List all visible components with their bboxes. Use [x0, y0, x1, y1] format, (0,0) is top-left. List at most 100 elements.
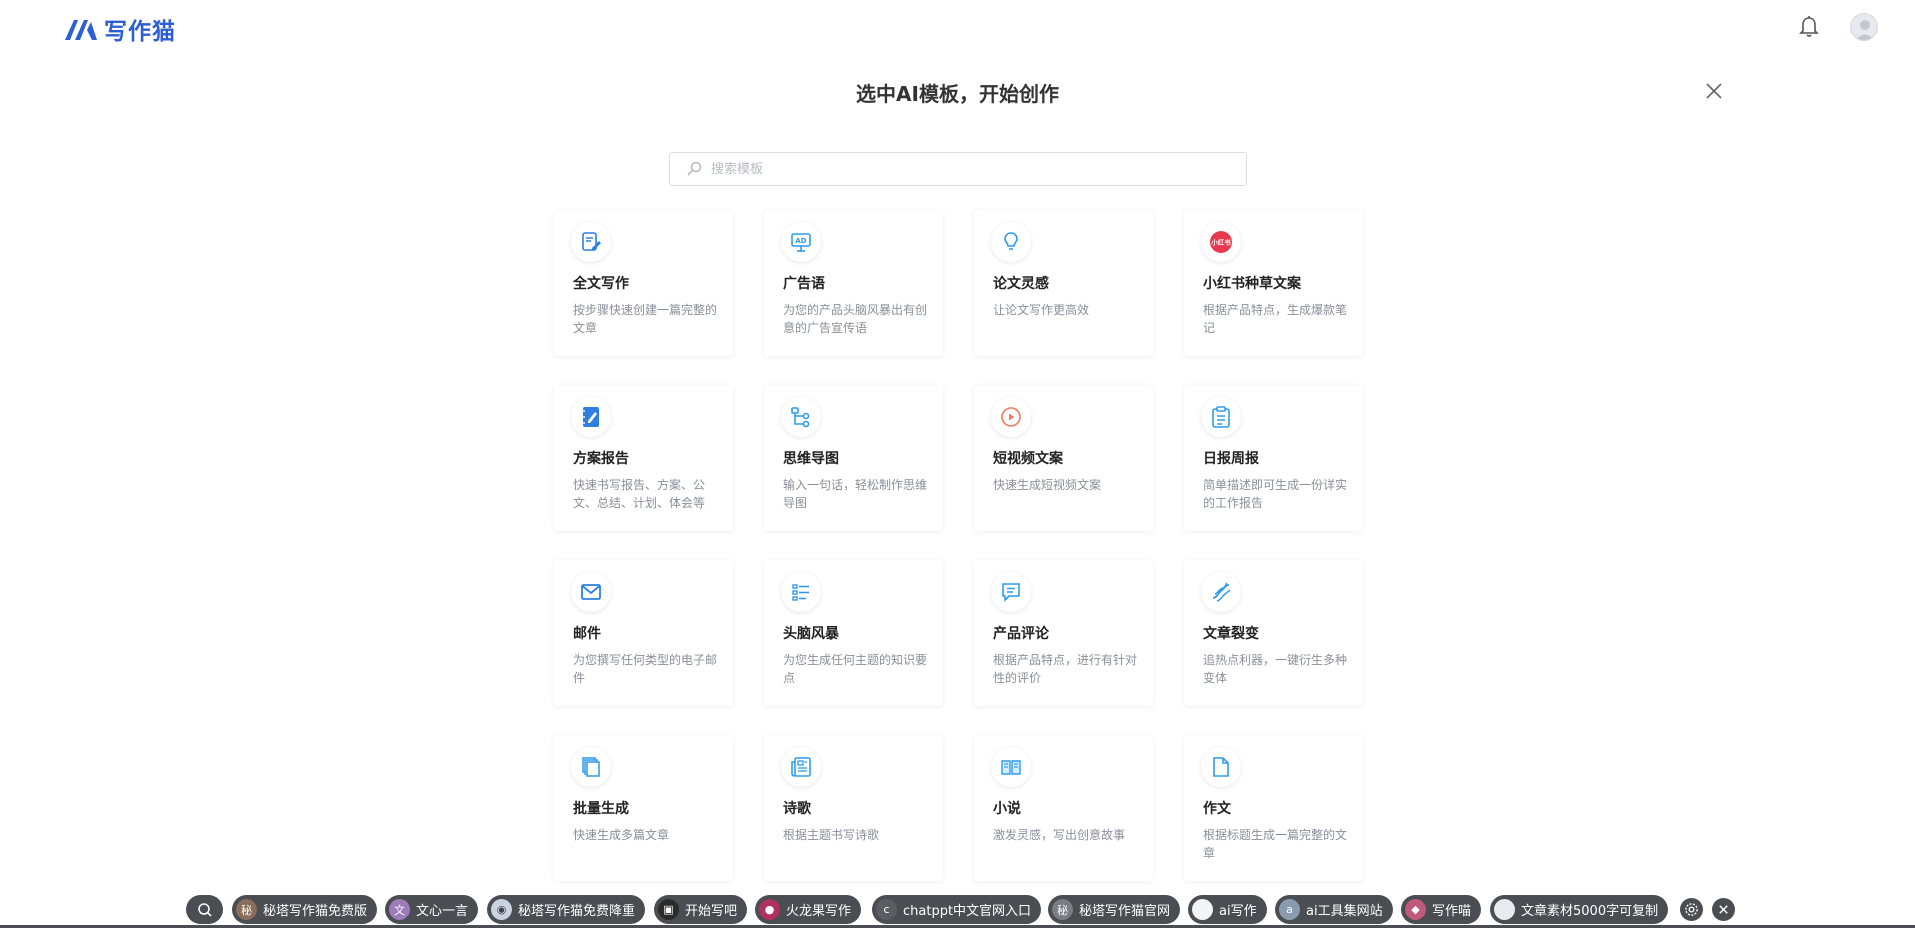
- bookmark-pill[interactable]: ◉ 秘塔写作猫免费降重: [487, 895, 646, 924]
- bookmark-favicon-icon: ●: [759, 899, 780, 920]
- mindmap-icon: [781, 397, 821, 437]
- bookmark-favicon-icon: c: [876, 899, 897, 920]
- bell-icon[interactable]: [1796, 14, 1822, 40]
- card-desc: 激发灵感，写出创意故事: [993, 828, 1126, 842]
- card-desc: 按步骤快速创建一篇完整的文章: [573, 303, 718, 335]
- template-card-poetry[interactable]: 诗歌 根据主题书写诗歌: [764, 735, 943, 881]
- bookmark-favicon-icon: 文: [389, 899, 410, 920]
- card-desc: 简单描述即可生成一份详实的工作报告: [1203, 478, 1348, 510]
- card-title: 作文: [1203, 801, 1231, 817]
- bookmark-pill[interactable]: 文 文心一言: [385, 895, 479, 924]
- close-icon: [1719, 905, 1728, 914]
- bookmark-pill[interactable]: 秘 秘塔写作猫免费版: [232, 895, 378, 924]
- newspaper-icon: [781, 747, 821, 787]
- card-title: 诗歌: [783, 801, 811, 817]
- card-title: 小说: [993, 801, 1021, 817]
- lightbulb-icon: [991, 222, 1031, 262]
- bookmark-favicon-icon: [1494, 899, 1515, 920]
- play-circle-icon: [991, 397, 1031, 437]
- search-icon: [687, 161, 702, 176]
- bookmark-label: ai写作: [1219, 904, 1257, 919]
- template-card-email[interactable]: 邮件 为您撰写任何类型的电子邮件: [554, 560, 733, 706]
- top-header: 写作猫: [0, 0, 1915, 56]
- user-avatar[interactable]: [1850, 13, 1878, 41]
- close-icon[interactable]: [1703, 80, 1725, 102]
- template-card-full-writing[interactable]: 全文写作 按步骤快速创建一篇完整的文章: [554, 210, 733, 356]
- card-title: 论文灵感: [993, 276, 1049, 292]
- bookmark-favicon-icon: [1192, 899, 1213, 920]
- modal-title: 选中AI模板，开始创作: [856, 82, 1059, 106]
- list-icon: [781, 572, 821, 612]
- edit-doc-icon: [571, 222, 611, 262]
- xiaohongshu-icon: 小红书: [1201, 222, 1241, 262]
- bar-settings-button[interactable]: [1680, 898, 1703, 921]
- card-title: 短视频文案: [993, 451, 1063, 467]
- bookmark-pill[interactable]: 秘 秘塔写作猫官网: [1048, 895, 1181, 924]
- card-desc: 快速生成多篇文章: [573, 828, 670, 842]
- file-icon: [1201, 747, 1241, 787]
- card-desc: 追热点利器，一键衍生多种变体: [1203, 653, 1348, 685]
- bookmark-pill[interactable]: ai写作: [1188, 895, 1267, 924]
- notebook-pen-icon: [571, 397, 611, 437]
- svg-text:AD: AD: [795, 237, 806, 245]
- bottom-bookmark-bar: 秘 秘塔写作猫免费版 文 文心一言 ◉ 秘塔写作猫免费降重 ▣ 开始写吧 ● 火…: [0, 891, 1915, 928]
- card-title: 邮件: [573, 626, 601, 642]
- gear-icon: [1685, 903, 1698, 916]
- bookmark-label: 火龙果写作: [786, 904, 852, 919]
- template-card-article-fission[interactable]: 文章裂变 追热点利器，一键衍生多种变体: [1184, 560, 1363, 706]
- template-card-batch-generate[interactable]: 批量生成 快速生成多篇文章: [554, 735, 733, 881]
- template-card-proposal-report[interactable]: 方案报告 快速书写报告、方案、公文、总结、计划、体会等: [554, 385, 733, 531]
- template-card-mindmap[interactable]: 思维导图 输入一句话，轻松制作思维导图: [764, 385, 943, 531]
- template-card-product-review[interactable]: 产品评论 根据产品特点，进行有针对性的评价: [974, 560, 1153, 706]
- template-card-short-video[interactable]: 短视频文案 快速生成短视频文案: [974, 385, 1153, 531]
- bookmark-pill[interactable]: a ai工具集网站: [1275, 895, 1393, 924]
- search-icon: [197, 902, 212, 917]
- card-title: 全文写作: [573, 276, 629, 292]
- template-card-xiaohongshu[interactable]: 小红书 小红书种草文案 根据产品特点，生成爆款笔记: [1184, 210, 1363, 356]
- card-desc: 快速生成短视频文案: [993, 478, 1102, 492]
- bookmark-pill[interactable]: c chatppt中文官网入口: [872, 895, 1042, 924]
- stack-docs-icon: [571, 747, 611, 787]
- bookmark-label: 开始写吧: [685, 904, 738, 919]
- bar-search-button[interactable]: [186, 895, 223, 924]
- card-desc: 根据产品特点，进行有针对性的评价: [993, 653, 1138, 685]
- card-desc: 快速书写报告、方案、公文、总结、计划、体会等: [573, 478, 706, 510]
- card-title: 思维导图: [783, 451, 839, 467]
- card-desc: 为您的产品头脑风暴出有创意的广告宣传语: [783, 303, 928, 335]
- logo-text: 写作猫: [104, 18, 176, 45]
- card-title: 广告语: [783, 276, 825, 292]
- search-input[interactable]: [711, 161, 1231, 177]
- card-desc: 根据标题生成一篇完整的文章: [1203, 828, 1348, 860]
- bookmark-pill[interactable]: ● 火龙果写作: [755, 895, 862, 924]
- comment-icon: [991, 572, 1031, 612]
- bookmark-label: chatppt中文官网入口: [903, 904, 1032, 919]
- bookmark-pill[interactable]: ◆ 写作喵: [1401, 895, 1482, 924]
- card-title: 方案报告: [573, 451, 629, 467]
- template-card-ad-slogan[interactable]: AD 广告语 为您的产品头脑风暴出有创意的广告宣传语: [764, 210, 943, 356]
- template-card-daily-weekly[interactable]: 日报周报 简单描述即可生成一份详实的工作报告: [1184, 385, 1363, 531]
- bookmark-label: 秘塔写作猫官网: [1079, 904, 1171, 919]
- clipboard-icon: [1201, 397, 1241, 437]
- template-search[interactable]: [669, 152, 1247, 186]
- card-title: 产品评论: [993, 626, 1049, 642]
- bookmark-favicon-icon: ◉: [491, 899, 512, 920]
- bookmark-favicon-icon: 秘: [236, 899, 257, 920]
- bookmark-favicon-icon: ▣: [658, 899, 679, 920]
- split-icon: [1201, 572, 1241, 612]
- bar-close-button[interactable]: [1712, 898, 1735, 921]
- mail-icon: [571, 572, 611, 612]
- template-card-brainstorm[interactable]: 头脑风暴 为您生成任何主题的知识要点: [764, 560, 943, 706]
- user-icon: [1855, 20, 1875, 40]
- bookmark-label: ai工具集网站: [1306, 904, 1383, 919]
- app-logo[interactable]: 写作猫: [63, 12, 176, 46]
- bookmark-pill[interactable]: 文章素材5000字可复制: [1490, 895, 1669, 924]
- template-card-thesis-inspiration[interactable]: 论文灵感 让论文写作更高效: [974, 210, 1153, 356]
- bookmark-pill[interactable]: ▣ 开始写吧: [654, 895, 748, 924]
- bookmark-label: 写作喵: [1432, 904, 1472, 919]
- bookmark-label: 文章素材5000字可复制: [1521, 904, 1659, 919]
- template-card-novel[interactable]: 小说 激发灵感，写出创意故事: [974, 735, 1153, 881]
- svg-text:小红书: 小红书: [1210, 238, 1231, 247]
- card-desc: 根据主题书写诗歌: [783, 828, 880, 842]
- template-card-composition[interactable]: 作文 根据标题生成一篇完整的文章: [1184, 735, 1363, 881]
- card-title: 文章裂变: [1203, 626, 1259, 642]
